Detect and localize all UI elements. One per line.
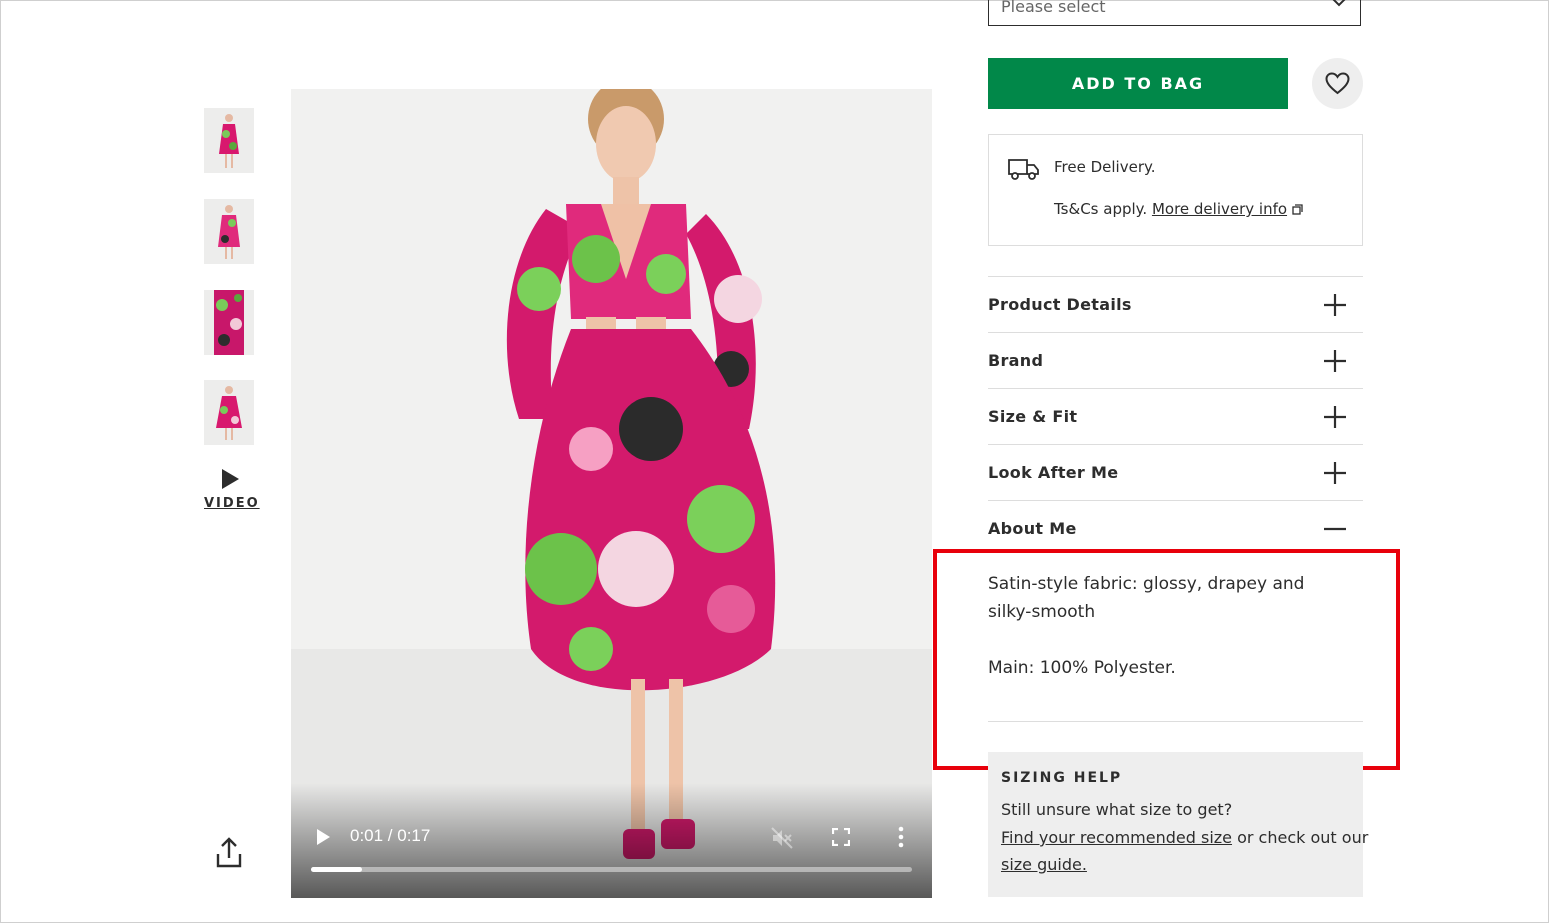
accordion-label: About Me <box>988 519 1077 538</box>
accordion-label: Size & Fit <box>988 407 1078 426</box>
video-label: VIDEO <box>204 496 260 511</box>
divider <box>988 721 1363 722</box>
sizing-help-question: Still unsure what size to get? <box>1001 800 1233 819</box>
sizing-help-box: SIZING HELP Still unsure what size to ge… <box>988 752 1368 897</box>
size-guide-link[interactable]: size guide. <box>1001 855 1087 874</box>
save-for-later-button[interactable] <box>1312 58 1363 109</box>
plus-icon <box>1324 406 1346 428</box>
accordion-label: Look After Me <box>988 463 1119 482</box>
add-to-bag-button[interactable]: ADD TO BAG <box>988 58 1288 109</box>
minus-icon <box>1324 527 1346 531</box>
video-thumbnail[interactable]: VIDEO <box>204 468 260 511</box>
delivery-terms: Ts&Cs apply. More delivery info <box>1054 200 1303 218</box>
more-options-icon[interactable] <box>897 826 905 848</box>
delivery-info-box: Free Delivery. Ts&Cs apply. More deliver… <box>988 134 1363 246</box>
play-icon <box>222 469 239 489</box>
more-delivery-info-link[interactable]: More delivery info <box>1152 200 1287 218</box>
play-icon[interactable] <box>315 828 331 846</box>
thumbnail-3[interactable] <box>204 290 254 355</box>
sizing-help-line: Find your recommended size or check out … <box>1001 828 1368 847</box>
accordion-product-details[interactable]: Product Details <box>988 276 1363 333</box>
accordion-size-fit[interactable]: Size & Fit <box>988 388 1363 445</box>
muted-icon[interactable] <box>770 826 794 850</box>
product-video[interactable]: 0:01 / 0:17 <box>291 89 932 898</box>
accordion-look-after-me[interactable]: Look After Me <box>988 444 1363 501</box>
video-time: 0:01 / 0:17 <box>350 826 431 845</box>
video-progress-fill <box>311 867 363 872</box>
truck-icon <box>1008 159 1039 180</box>
fabric-composition: Main: 100% Polyester. <box>988 658 1176 678</box>
share-button[interactable] <box>214 836 244 870</box>
heart-icon <box>1325 72 1350 95</box>
recommended-size-link[interactable]: Find your recommended size <box>1001 828 1232 847</box>
accordion-brand[interactable]: Brand <box>988 332 1363 389</box>
about-me-content: Satin-style fabric: glossy, drapey and s… <box>988 570 1353 682</box>
size-select[interactable]: Please select <box>988 0 1361 26</box>
terms-text: Ts&Cs apply. <box>1054 200 1148 218</box>
accordion-label: Product Details <box>988 295 1132 314</box>
thumbnail-1[interactable] <box>204 108 254 173</box>
free-delivery-text: Free Delivery. <box>1054 158 1156 176</box>
thumbnail-4[interactable] <box>204 380 254 445</box>
video-progress-bar[interactable] <box>311 867 912 872</box>
fabric-description: Satin-style fabric: glossy, drapey and s… <box>988 574 1305 622</box>
plus-icon <box>1324 462 1346 484</box>
product-image <box>291 89 932 898</box>
sizing-help-guide: size guide. <box>1001 855 1087 874</box>
plus-icon <box>1324 294 1346 316</box>
size-select-value: Please select <box>1001 0 1106 16</box>
plus-icon <box>1324 350 1346 372</box>
thumbnail-2[interactable] <box>204 199 254 264</box>
sizing-help-title: SIZING HELP <box>1001 770 1123 786</box>
external-link-icon <box>1292 204 1303 215</box>
chevron-down-icon <box>1332 0 1346 7</box>
sizing-help-middle-text: or check out our <box>1232 828 1369 847</box>
share-icon <box>216 837 242 868</box>
accordion-about-me[interactable]: About Me <box>988 500 1363 557</box>
fullscreen-icon[interactable] <box>832 828 850 846</box>
accordion-label: Brand <box>988 351 1044 370</box>
